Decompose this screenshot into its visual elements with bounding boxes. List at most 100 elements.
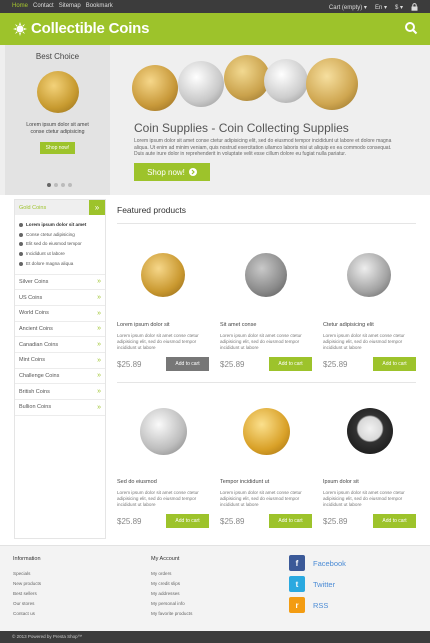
sun-logo-icon: [13, 21, 27, 36]
product-card: Tempor incididunt ut Lorem ipsum dolor s…: [220, 405, 320, 530]
product-name[interactable]: Sit amet conse: [220, 322, 256, 328]
category-world-coins[interactable]: World Coins »: [15, 306, 105, 322]
double-chevron-right-icon: »: [97, 325, 101, 333]
nav-home-link[interactable]: Home: [12, 3, 28, 9]
add-to-cart-button[interactable]: Add to cart: [269, 514, 312, 528]
social-label: Twitter: [313, 579, 336, 589]
product-image-panda-coin[interactable]: [347, 408, 393, 454]
category-ancient-coins[interactable]: Ancient Coins »: [15, 322, 105, 338]
double-chevron-right-icon: »: [97, 341, 101, 349]
product-description: Lorem ipsum dolor sit amet conse ctetur …: [220, 490, 302, 507]
subcategory-item[interactable]: Conse ctetur adipisicing: [19, 230, 105, 240]
product-name[interactable]: Sed do eiusmod: [117, 479, 157, 485]
footer-link[interactable]: Best sellers: [13, 589, 41, 599]
best-choice-shop-button[interactable]: Shop now!: [39, 142, 76, 154]
product-description: Lorem ipsum dolor sit amet conse ctetur …: [323, 490, 405, 507]
hero-gold-coin-image: [306, 58, 358, 110]
double-chevron-right-icon: »: [97, 294, 101, 302]
footer-link[interactable]: My favorite products: [151, 609, 192, 619]
carousel-dot[interactable]: [54, 183, 58, 187]
double-chevron-right-icon: »: [97, 388, 101, 396]
category-bullion-coins[interactable]: Bullion Coins »: [15, 400, 105, 416]
footer-link[interactable]: New products: [13, 579, 41, 589]
product-name[interactable]: Ipsum dolor sit: [323, 479, 359, 485]
nav-sitemap-link[interactable]: Sitemap: [59, 3, 81, 9]
search-icon[interactable]: [404, 21, 418, 35]
lock-icon[interactable]: [411, 3, 418, 11]
add-to-cart-button[interactable]: Add to cart: [269, 357, 312, 371]
product-image-eisenhower-dollar[interactable]: [140, 408, 187, 455]
rss-link[interactable]: r RSS: [289, 597, 328, 613]
category-mint-coins[interactable]: Mint Coins »: [15, 353, 105, 369]
footer-link[interactable]: My addresses: [151, 589, 192, 599]
rss-icon: r: [289, 597, 305, 613]
subcategory-item[interactable]: Elit sed do eiusmod tempor: [19, 239, 105, 249]
product-price: $25.89: [117, 517, 142, 526]
language-selector[interactable]: En ▾: [375, 4, 387, 11]
nav-contact-link[interactable]: Contact: [33, 3, 54, 9]
product-price: $25.89: [220, 360, 245, 369]
product-image-gold-sovereign[interactable]: [141, 253, 185, 297]
category-gold-coins[interactable]: Gold Coins »: [15, 200, 105, 215]
product-card: Sed do eiusmod Lorem ipsum dolor sit ame…: [117, 405, 217, 530]
product-card: Ctetur adipisicing elit Lorem ipsum dolo…: [323, 250, 423, 375]
footer-link[interactable]: Our stores: [13, 599, 41, 609]
footer-information: Information Specials New products Best s…: [13, 556, 41, 619]
carousel-dot[interactable]: [68, 183, 72, 187]
footer-link[interactable]: Specials: [13, 569, 41, 579]
gold-subcategories: Lorem ipsum dolor sit amet Conse ctetur …: [15, 215, 105, 275]
subcategory-item[interactable]: Incididunt ut labore: [19, 249, 105, 259]
product-name[interactable]: Lorem ipsum dolor sit: [117, 322, 170, 328]
category-challenge-coins[interactable]: Challenge Coins »: [15, 369, 105, 385]
top-bar-right: Cart (empty) ▾ En ▾ $ ▾: [329, 3, 418, 11]
bullet-icon: [19, 261, 23, 266]
footer-link[interactable]: My orders: [151, 569, 192, 579]
best-choice-panel: Best Choice Lorem ipsum dolor sit amet c…: [5, 45, 110, 195]
gold-coin-image[interactable]: [36, 71, 79, 113]
currency-selector[interactable]: $ ▾: [395, 4, 403, 11]
logo[interactable]: Collectible Coins: [13, 20, 149, 37]
product-image-silver-coin[interactable]: [347, 253, 391, 297]
category-label: Challenge Coins: [19, 372, 60, 379]
hero-shop-button[interactable]: Shop now!: [134, 163, 210, 181]
hero-banner: Best Choice Lorem ipsum dolor sit amet c…: [0, 45, 430, 195]
double-chevron-right-icon: »: [97, 403, 101, 411]
add-to-cart-button[interactable]: Add to cart: [166, 357, 209, 371]
double-chevron-down-icon[interactable]: »: [89, 200, 105, 215]
add-to-cart-button[interactable]: Add to cart: [166, 514, 209, 528]
hero-slide: Coin Supplies - Coin Collecting Supplies…: [120, 45, 420, 195]
facebook-link[interactable]: f Facebook: [289, 555, 346, 571]
product-image-ancient-coin[interactable]: [245, 253, 287, 297]
add-to-cart-button[interactable]: Add to cart: [373, 514, 416, 528]
cart-link[interactable]: Cart (empty) ▾: [329, 4, 367, 11]
chevron-circle-icon: [188, 168, 197, 176]
carousel-dot[interactable]: [47, 183, 51, 187]
category-british-coins[interactable]: British Coins »: [15, 384, 105, 401]
bullet-icon: [19, 232, 23, 237]
category-silver-coins[interactable]: Silver Coins »: [15, 275, 105, 291]
best-choice-text-line: conse ctetur adipisicing: [30, 129, 85, 135]
category-us-coins[interactable]: US Coins »: [15, 290, 105, 306]
subcategory-item[interactable]: Lorem ipsum dolor sit amet: [19, 220, 105, 230]
add-to-cart-button[interactable]: Add to cart: [373, 357, 416, 371]
nav-bookmark-link[interactable]: Bookmark: [86, 3, 113, 9]
carousel-dot[interactable]: [61, 183, 65, 187]
product-name[interactable]: Ctetur adipisicing elit: [323, 322, 374, 328]
footer-link[interactable]: My credit slips: [151, 579, 192, 589]
category-label: Ancient Coins: [19, 325, 53, 332]
footer-link[interactable]: My personal info: [151, 599, 192, 609]
product-name[interactable]: Tempor incididunt ut: [220, 479, 269, 485]
product-image-gold-buffalo[interactable]: [243, 408, 290, 455]
category-label: Silver Coins: [19, 278, 49, 285]
hero-title: Coin Supplies - Coin Collecting Supplies: [134, 121, 349, 135]
header: Collectible Coins: [0, 13, 430, 45]
category-canadian-coins[interactable]: Canadian Coins »: [15, 337, 105, 353]
chevron-down-icon: ▾: [383, 4, 387, 11]
footer-link[interactable]: Contact us: [13, 609, 41, 619]
category-label: US Coins: [19, 294, 43, 301]
subcategory-item[interactable]: Et dolore magna aliqua: [19, 259, 105, 269]
carousel-dots: [47, 183, 72, 187]
cart-label: Cart (empty): [328, 4, 363, 11]
twitter-link[interactable]: t Twitter: [289, 576, 335, 592]
featured-products-header: Featured products: [117, 205, 416, 224]
